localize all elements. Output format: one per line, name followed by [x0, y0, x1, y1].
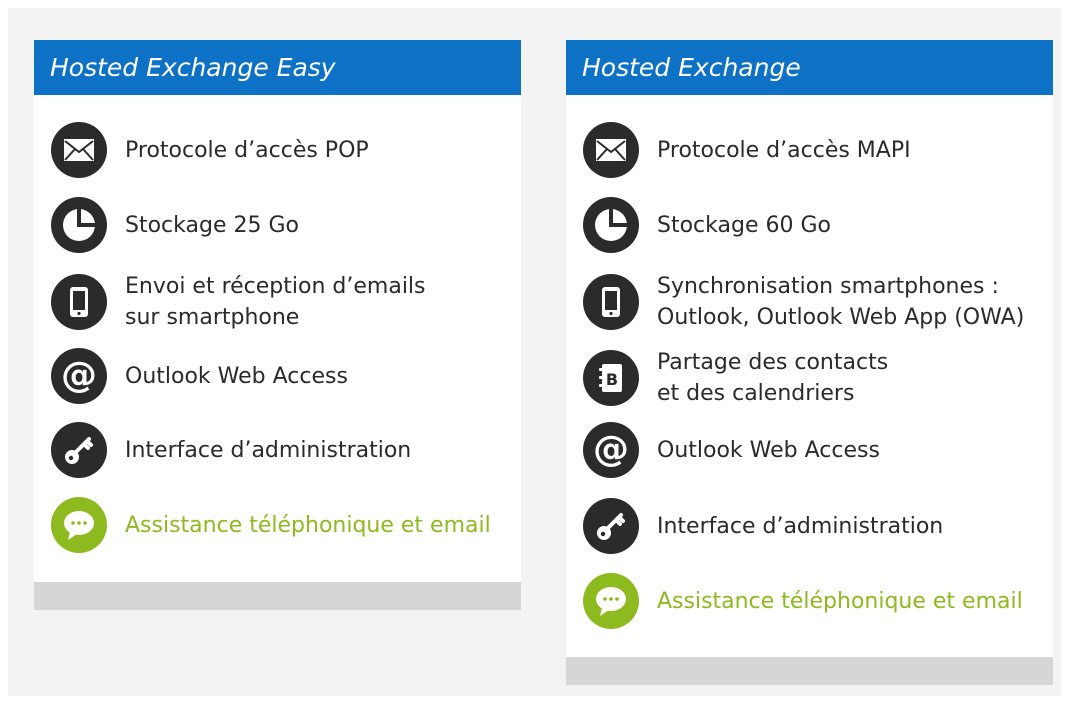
plan-title: Hosted Exchange: [566, 40, 1053, 95]
key-icon: [51, 422, 107, 478]
pie-chart-icon: [583, 197, 639, 253]
support-label: Assistance téléphonique et email: [657, 588, 1023, 614]
feature-item: Envoi et réception d’emails sur smartpho…: [51, 271, 426, 333]
feature-label: Interface d’administration: [125, 437, 412, 463]
chat-bubble-icon: [51, 497, 107, 553]
feature-item: Interface d’administration: [51, 422, 411, 478]
feature-label: Protocole d’accès POP: [125, 137, 369, 163]
feature-item: Stockage 25 Go: [51, 197, 299, 253]
plan-title: Hosted Exchange Easy: [34, 40, 521, 95]
envelope-icon: [583, 122, 639, 178]
feature-item: @ Outlook Web Access: [51, 348, 348, 404]
feature-item: B Partage des contacts et des calendrier…: [583, 347, 888, 409]
feature-item: Synchronisation smartphones : Outlook, O…: [583, 271, 1024, 333]
feature-item: Protocole d’accès POP: [51, 122, 369, 178]
plan-footer-bar: [566, 657, 1053, 685]
feature-label: Outlook Web Access: [657, 437, 880, 463]
feature-label: Synchronisation smartphones : Outlook, O…: [657, 274, 1025, 330]
plan-card-hosted-exchange-easy: Hosted Exchange Easy Protocole d’accès P…: [34, 40, 521, 610]
at-sign-icon: @: [583, 422, 639, 478]
pie-chart-icon: [51, 197, 107, 253]
plan-footer-bar: [34, 582, 521, 610]
feature-label: Stockage 25 Go: [125, 212, 299, 238]
feature-item: Stockage 60 Go: [583, 197, 831, 253]
feature-item: Protocole d’accès MAPI: [583, 122, 911, 178]
feature-label: Envoi et réception d’emails sur smartpho…: [125, 274, 426, 330]
at-sign-icon: @: [51, 348, 107, 404]
envelope-icon: [51, 122, 107, 178]
feature-item: @ Outlook Web Access: [583, 422, 880, 478]
smartphone-icon: [51, 274, 107, 330]
feature-label: Outlook Web Access: [125, 363, 348, 389]
address-book-icon: B: [583, 350, 639, 406]
svg-text:B: B: [606, 370, 618, 389]
feature-item: Assistance téléphonique et email: [51, 497, 491, 553]
feature-label: Interface d’administration: [657, 513, 944, 539]
chat-bubble-icon: [583, 573, 639, 629]
feature-label: Protocole d’accès MAPI: [657, 137, 911, 163]
feature-item: Assistance téléphonique et email: [583, 573, 1023, 629]
plan-card-hosted-exchange: Hosted Exchange Protocole d’accès MAPI S…: [566, 40, 1053, 658]
feature-label: Stockage 60 Go: [657, 212, 831, 238]
support-label: Assistance téléphonique et email: [125, 512, 491, 538]
smartphone-icon: [583, 274, 639, 330]
feature-item: Interface d’administration: [583, 498, 943, 554]
key-icon: [583, 498, 639, 554]
feature-label: Partage des contacts et des calendriers: [657, 350, 889, 406]
